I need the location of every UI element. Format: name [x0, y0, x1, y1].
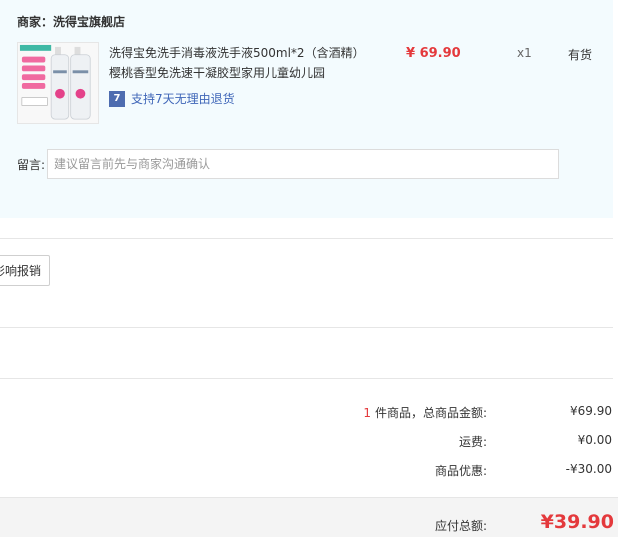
section-divider	[0, 327, 613, 328]
item-count: 1	[363, 406, 371, 420]
shipping-row: 运费: ¥0.00	[0, 433, 618, 453]
payable-total-bar: 应付总额: ¥39.90	[0, 497, 618, 537]
goods-total-label: 1 件商品，总商品金额:	[363, 404, 487, 421]
product-name-link[interactable]: 洗得宝免洗手消毒液洗手液500ml*2（含酒精）樱桃香型免洗速干凝胶型家用儿童幼…	[109, 43, 364, 83]
product-price: ¥ 69.90	[406, 46, 461, 61]
shop-name: 商家：洗得宝旗舰店	[17, 15, 126, 29]
discount-value: -¥30.00	[565, 462, 612, 476]
goods-total-text: 件商品，总商品金额:	[374, 406, 487, 420]
return-policy-text: 支持7天无理由退货	[131, 92, 235, 106]
report-reimbursement-button[interactable]: 影响报销	[0, 255, 50, 286]
section-divider	[0, 378, 613, 379]
remark-input[interactable]	[47, 149, 559, 179]
seven-day-return-badge[interactable]: 7 支持7天无理由退货	[109, 90, 235, 107]
stock-status: 有货	[568, 48, 593, 62]
remark-label: 留言:	[17, 158, 46, 172]
payable-total-value: ¥39.90	[540, 511, 614, 533]
shop-order-panel: 商家：洗得宝旗舰店 洗得宝免洗手消毒液洗手液500ml*2（含酒精）樱桃香型免洗…	[0, 0, 613, 218]
goods-total-value: ¥69.90	[570, 404, 612, 418]
discount-row: 商品优惠: -¥30.00	[0, 462, 618, 482]
product-thumbnail[interactable]	[17, 42, 99, 124]
product-bottle-image	[18, 43, 98, 123]
section-divider	[0, 238, 613, 239]
seven-day-return-icon: 7	[109, 90, 125, 107]
discount-label: 商品优惠:	[434, 464, 487, 478]
payable-total-label: 应付总额:	[434, 519, 487, 533]
shipping-value: ¥0.00	[577, 433, 612, 447]
goods-total-row: 1 件商品，总商品金额: ¥69.90	[0, 404, 618, 424]
product-quantity: x1	[517, 46, 532, 60]
shipping-label: 运费:	[458, 435, 487, 449]
